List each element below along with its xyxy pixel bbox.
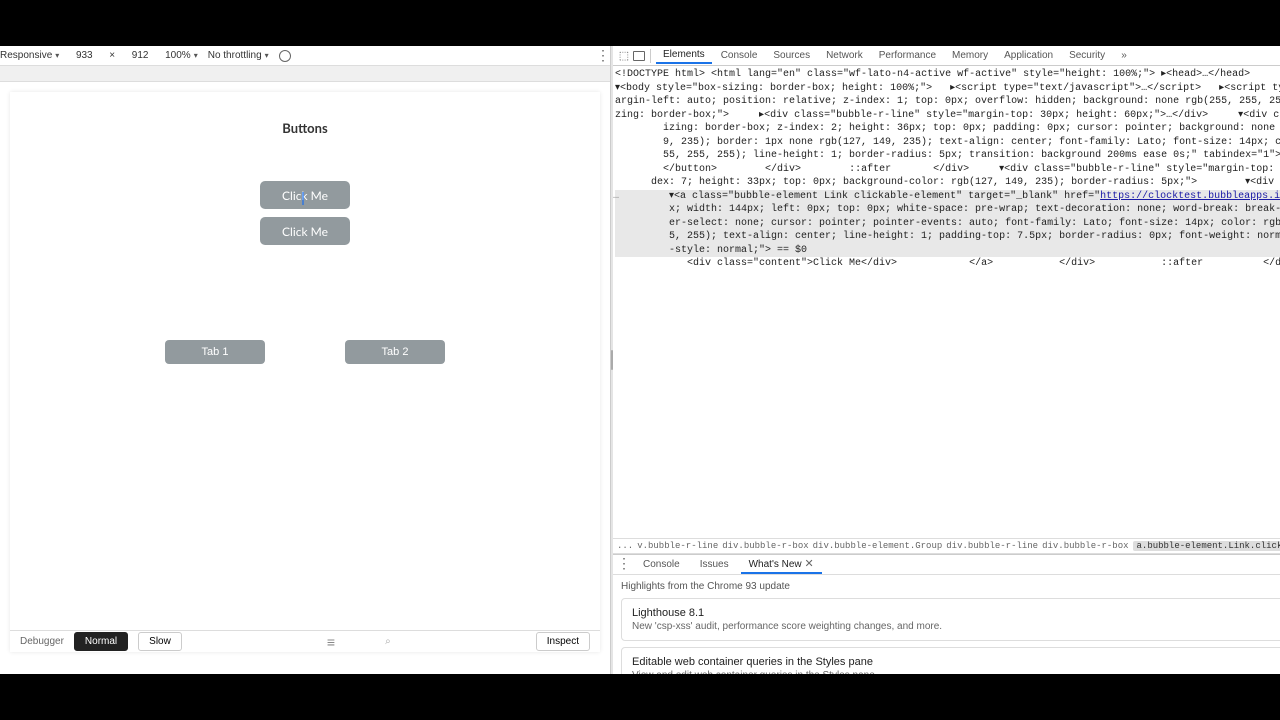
debugger-bottom-bar: Debugger Normal Slow ≡ ⌕ Inspect bbox=[10, 630, 600, 652]
whatsnew-card[interactable]: Editable web container queries in the St… bbox=[621, 647, 1280, 674]
device-toggle-icon[interactable] bbox=[633, 51, 645, 61]
tab-performance[interactable]: Performance bbox=[872, 48, 943, 63]
close-tab-icon[interactable]: ✕ bbox=[804, 558, 813, 570]
click-me-button-1[interactable]: Click Me bbox=[260, 181, 350, 209]
speed-normal-button[interactable]: Normal bbox=[74, 632, 128, 651]
tab-console[interactable]: Console bbox=[714, 48, 765, 63]
zoom-label: 100% bbox=[165, 50, 191, 61]
drawer-tab-console[interactable]: Console bbox=[635, 557, 688, 572]
device-mode-select[interactable]: Responsive ▾ bbox=[0, 50, 59, 61]
drawer-tab-whatsnew[interactable]: What's New ✕ bbox=[741, 555, 822, 574]
debugger-label: Debugger bbox=[20, 636, 64, 647]
tabs-overflow[interactable]: » bbox=[1114, 48, 1134, 63]
devtools-pane: ⬚ Elements Console Sources Network Perfo… bbox=[613, 46, 1280, 674]
devtools-toolbar: ⬚ Elements Console Sources Network Perfo… bbox=[613, 46, 1280, 66]
zoom-select[interactable]: 100% ▾ bbox=[165, 50, 198, 61]
devtools-drawer: ⋮ Console Issues What's New ✕ ✕ Highligh… bbox=[613, 554, 1280, 674]
device-viewport-pane: Responsive ▾ 933 × 912 100% ▾ No throttl… bbox=[0, 46, 611, 674]
tab-network[interactable]: Network bbox=[819, 48, 870, 63]
letterbox-top bbox=[0, 0, 1280, 46]
inspect-element-icon[interactable]: ⬚ bbox=[617, 49, 631, 63]
tab-2-button[interactable]: Tab 2 bbox=[345, 340, 445, 364]
whatsnew-headline: Highlights from the Chrome 93 update bbox=[621, 581, 1280, 592]
throttling-select[interactable]: No throttling ▾ bbox=[208, 50, 269, 61]
chevron-down-icon: ▾ bbox=[265, 51, 269, 60]
viewport-width-input[interactable]: 933 bbox=[69, 50, 99, 61]
tab-memory[interactable]: Memory bbox=[945, 48, 995, 63]
letterbox-bottom bbox=[0, 674, 1280, 720]
page-title: Buttons bbox=[30, 120, 580, 136]
viewport-wrapper: Buttons Click Me Click Me Tab 1 Tab 2 De… bbox=[0, 82, 610, 674]
whatsnew-card[interactable]: Lighthouse 8.1 New 'csp-xss' audit, perf… bbox=[621, 598, 1280, 641]
tab-1-button[interactable]: Tab 1 bbox=[165, 340, 265, 364]
tab-application[interactable]: Application bbox=[997, 48, 1060, 63]
device-toolbar: Responsive ▾ 933 × 912 100% ▾ No throttl… bbox=[0, 46, 610, 66]
throttling-label: No throttling bbox=[208, 50, 262, 61]
drawer-tab-issues[interactable]: Issues bbox=[692, 557, 737, 572]
inspect-button[interactable]: Inspect bbox=[536, 632, 590, 651]
drawer-menu-icon[interactable]: ⋮ bbox=[617, 556, 631, 573]
rotate-icon[interactable] bbox=[279, 50, 291, 62]
device-mode-label: Responsive bbox=[0, 50, 52, 61]
dimension-separator: × bbox=[109, 50, 115, 61]
viewport-height-input[interactable]: 912 bbox=[125, 50, 155, 61]
chevron-down-icon: ▾ bbox=[55, 51, 59, 60]
tab-elements[interactable]: Elements bbox=[656, 47, 712, 64]
search-icon[interactable]: ⌕ bbox=[385, 636, 391, 647]
dom-tree[interactable]: <!DOCTYPE html> <html lang="en" class="w… bbox=[613, 66, 1280, 538]
click-me-button-2[interactable]: Click Me bbox=[260, 217, 350, 245]
selected-dom-node[interactable]: … ▾<a class="bubble-element Link clickab… bbox=[615, 190, 1280, 258]
tab-security[interactable]: Security bbox=[1062, 48, 1112, 63]
elements-panel: <!DOCTYPE html> <html lang="en" class="w… bbox=[613, 66, 1280, 674]
rendered-page: Buttons Click Me Click Me Tab 1 Tab 2 De… bbox=[10, 92, 600, 652]
hamburger-icon[interactable]: ≡ bbox=[327, 634, 335, 650]
speed-slow-button[interactable]: Slow bbox=[138, 632, 182, 651]
tab-sources[interactable]: Sources bbox=[766, 48, 817, 63]
chevron-down-icon: ▾ bbox=[194, 51, 198, 60]
ruler-horizontal bbox=[0, 66, 610, 82]
kebab-menu-icon[interactable]: ⋮ bbox=[596, 47, 610, 64]
dom-breadcrumbs[interactable]: ... v.bubble-r-line div.bubble-r-box div… bbox=[613, 538, 1280, 554]
